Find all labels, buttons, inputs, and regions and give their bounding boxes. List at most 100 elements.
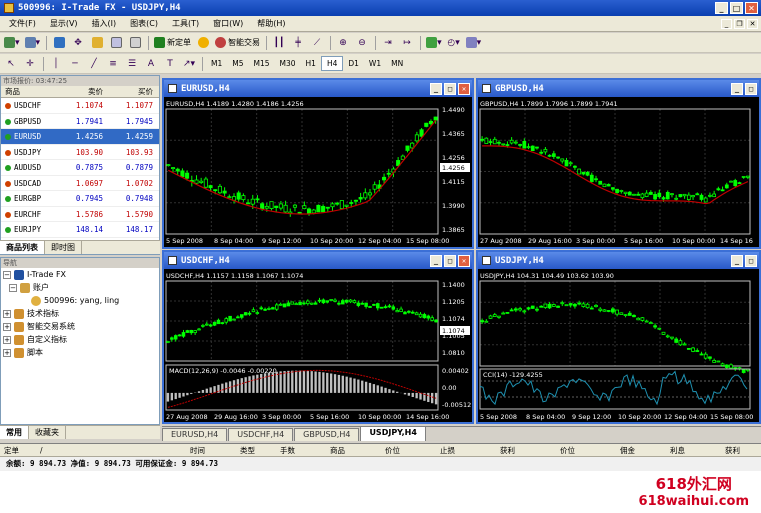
vertical-line-icon[interactable]: │ [47, 56, 65, 72]
tab-tick-chart[interactable]: 即时图 [45, 241, 82, 254]
nav-account-entry[interactable]: 500996: yang, ling [1, 294, 159, 307]
maximize-button[interactable]: □ [444, 82, 456, 95]
timeframe-d1[interactable]: D1 [343, 56, 364, 71]
col-swap[interactable]: 利息 [670, 444, 725, 456]
col-bid[interactable]: 卖价 [57, 86, 107, 97]
child-minimize-button[interactable]: _ [721, 18, 732, 29]
menu-window[interactable]: 窗口(W) [206, 18, 250, 29]
expert-advisors-button[interactable]: 智能交易 [213, 35, 262, 51]
col-ask[interactable]: 买价 [107, 86, 157, 97]
chart-tab-eurusd[interactable]: EURUSD,H4 [162, 428, 228, 441]
col-commission[interactable]: 佣金 [620, 444, 670, 456]
new-order-button[interactable]: 新定单 [152, 35, 193, 51]
market-watch-row[interactable]: EURCHF 1.5786 1.5790 [1, 207, 159, 222]
market-watch-row[interactable]: EURGBP 0.7945 0.7948 [1, 191, 159, 207]
maximize-button[interactable]: □ [745, 254, 757, 267]
col-price2[interactable]: 价位 [560, 444, 620, 456]
child-restore-button[interactable]: ❐ [734, 18, 745, 29]
bar-chart-icon[interactable]: ┃┃ [270, 35, 288, 51]
channel-icon[interactable]: ≡ [104, 56, 122, 72]
col-symbol[interactable]: 商品 [1, 86, 57, 97]
timeframe-m1[interactable]: M1 [206, 56, 227, 71]
market-watch-row[interactable]: EURJPY 148.14 148.17 [1, 222, 159, 238]
collapse-icon[interactable]: − [9, 283, 17, 292]
maximize-button[interactable]: □ [730, 2, 743, 14]
timeframe-mn[interactable]: MN [386, 56, 408, 71]
maximize-button[interactable]: □ [745, 82, 757, 95]
timeframe-m30[interactable]: M30 [275, 56, 301, 71]
nav-experts[interactable]: + 智能交易系统 [1, 320, 159, 333]
periods-icon[interactable]: ◴▾ [445, 35, 463, 51]
warning-icon[interactable] [194, 35, 212, 51]
new-chart-icon[interactable]: ▾ [2, 35, 22, 51]
price-chart[interactable]: EURUSD,H4 1.4189 1.4280 1.4186 1.4256 1.4… [164, 97, 472, 247]
chart-tab-usdchf[interactable]: USDCHF,H4 [228, 428, 294, 441]
minimize-button[interactable]: _ [430, 254, 442, 267]
col-profit[interactable]: 获利 [725, 444, 755, 456]
price-chart[interactable]: USDCHF,H4 1.1157 1.1158 1.1067 1.1074 1.1… [164, 269, 472, 422]
col-price[interactable]: 价位 [385, 444, 440, 456]
timeframe-h4[interactable]: H4 [320, 56, 344, 71]
tester-icon[interactable] [126, 35, 144, 51]
expand-icon[interactable]: + [3, 335, 11, 344]
minimize-button[interactable]: _ [715, 2, 728, 14]
menu-help[interactable]: 帮助(H) [250, 18, 292, 29]
col-type[interactable]: 类型 [240, 444, 280, 456]
col-size[interactable]: 手数 [280, 444, 330, 456]
price-chart[interactable]: USDJPY,H4 104.31 104.49 103.62 103.90 CCI… [478, 269, 759, 422]
arrows-icon[interactable]: ↗▾ [180, 56, 198, 72]
expand-icon[interactable]: + [3, 322, 11, 331]
terminal-icon[interactable] [107, 35, 125, 51]
minimize-button[interactable]: _ [731, 254, 743, 267]
menu-insert[interactable]: 插入(I) [85, 18, 124, 29]
minimize-button[interactable]: _ [430, 82, 442, 95]
timeframe-m5[interactable]: M5 [227, 56, 248, 71]
data-window-icon[interactable]: ✥ [69, 35, 87, 51]
chart-window-eurusd[interactable]: EURUSD,H4 _ □ ✕ EURUSD,H4 1.4189 1.4280 1.4… [162, 78, 474, 249]
zoom-out-icon[interactable]: ⊖ [353, 35, 371, 51]
expand-icon[interactable]: + [3, 348, 11, 357]
chart-tab-usdjpy[interactable]: USDJPY,H4 [360, 426, 426, 441]
nav-custom-indicators[interactable]: + 自定义指标 [1, 333, 159, 346]
col-tp[interactable]: 获利 [500, 444, 560, 456]
market-watch-row[interactable]: GBPUSD 1.7941 1.7945 [1, 114, 159, 129]
text-label-icon[interactable]: T [161, 56, 179, 72]
candlestick-icon[interactable]: ╪ [289, 35, 307, 51]
chart-window-gbpusd[interactable]: GBPUSD,H4 _ □ GBPUSD,H4 1.7899 1.7996 1.78… [476, 78, 761, 249]
col-sl[interactable]: 止损 [440, 444, 500, 456]
zoom-in-icon[interactable]: ⊕ [334, 35, 352, 51]
price-chart[interactable]: GBPUSD,H4 1.7899 1.7996 1.7899 1.7941 27 … [478, 97, 759, 247]
chart-window-usdchf[interactable]: USDCHF,H4 _ □ ✕ USDCHF,H4 1.1157 1.1158 1.1… [162, 250, 474, 424]
market-watch-row[interactable]: USDCAD 1.0697 1.0702 [1, 176, 159, 191]
collapse-icon[interactable]: − [3, 270, 11, 279]
timeframe-m15[interactable]: M15 [249, 56, 275, 71]
close-button[interactable]: ✕ [458, 254, 470, 267]
horizontal-line-icon[interactable]: ─ [66, 56, 84, 72]
nav-accounts[interactable]: − 账户 [1, 281, 159, 294]
navigator-icon[interactable] [88, 35, 106, 51]
chart-tab-gbpusd[interactable]: GBPUSD,H4 [294, 428, 360, 441]
child-close-button[interactable]: ✕ [747, 18, 758, 29]
nav-scripts[interactable]: + 脚本 [1, 346, 159, 359]
close-button[interactable]: ✕ [745, 2, 758, 14]
profiles-icon[interactable]: ▾ [23, 35, 43, 51]
menu-tools[interactable]: 工具(T) [165, 18, 206, 29]
tab-common[interactable]: 常用 [0, 426, 29, 439]
text-icon[interactable]: A [142, 56, 160, 72]
autoscroll-icon[interactable]: ⇥ [379, 35, 397, 51]
market-watch-row[interactable]: USDCHF 1.1074 1.1077 [1, 98, 159, 114]
maximize-button[interactable]: □ [444, 254, 456, 267]
trendline-icon[interactable]: ╱ [85, 56, 103, 72]
col-symbol[interactable]: 商品 [330, 444, 385, 456]
nav-indicators[interactable]: + 技术指标 [1, 307, 159, 320]
nav-root[interactable]: − I-Trade FX [1, 268, 159, 281]
minimize-button[interactable]: _ [731, 82, 743, 95]
templates-icon[interactable]: ▾ [464, 35, 484, 51]
indicators-icon[interactable]: ▾ [424, 35, 444, 51]
market-watch-row[interactable]: AUDUSD 0.7875 0.7879 [1, 160, 159, 176]
close-button[interactable]: ✕ [458, 82, 470, 95]
chart-window-usdjpy[interactable]: USDJPY,H4 _ □ USDJPY,H4 104.31 104.49 103.… [476, 250, 761, 424]
cursor-icon[interactable]: ↖ [2, 56, 20, 72]
menu-charts[interactable]: 图表(C) [123, 18, 165, 29]
market-watch-icon[interactable] [50, 35, 68, 51]
